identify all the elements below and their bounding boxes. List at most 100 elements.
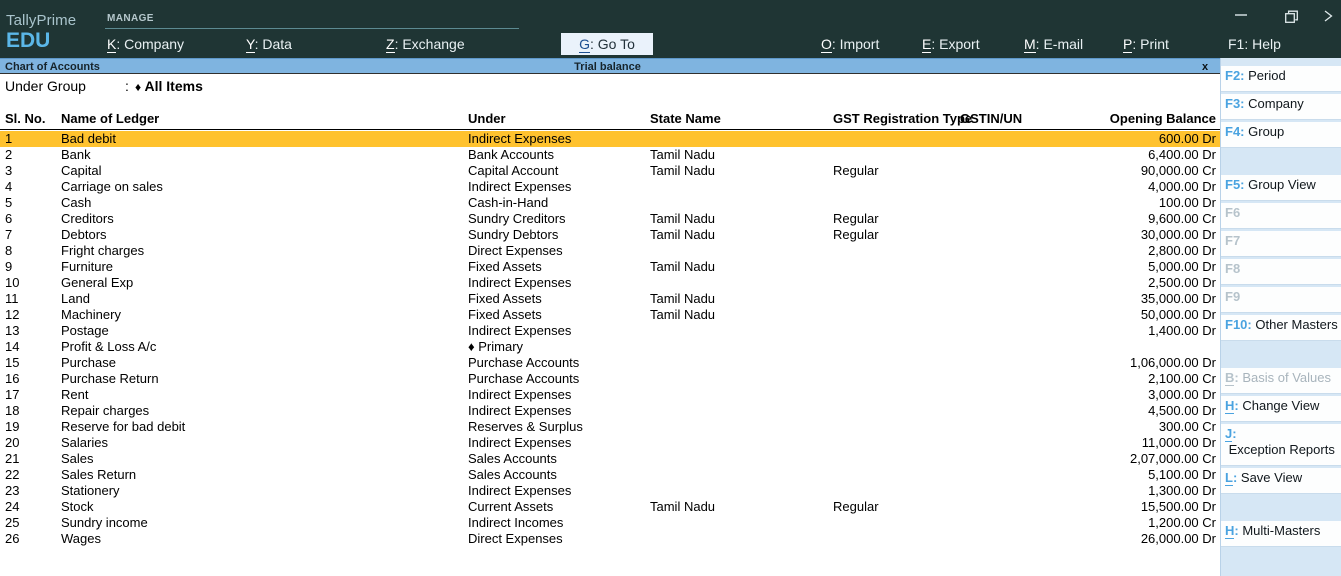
- panel-item-label: Save View: [1237, 470, 1303, 485]
- cell-sl-no: 8: [5, 243, 13, 258]
- report-center-title: Trial balance: [574, 61, 641, 73]
- report-close-icon[interactable]: x: [1202, 60, 1208, 74]
- cell-ledger-name: Bank: [61, 147, 91, 162]
- panel-item-period[interactable]: F2: Period: [1221, 66, 1341, 92]
- panel-item-change-view[interactable]: H: Change View: [1221, 396, 1341, 422]
- table-row[interactable]: 12 Machinery Fixed Assets Tamil Nadu 50,000.…: [0, 307, 1220, 323]
- table-row[interactable]: 8 Fright charges Direct Expenses 2,800.00 D…: [0, 243, 1220, 259]
- menu-help[interactable]: F1: Help: [1228, 36, 1281, 52]
- close-icon[interactable]: [1318, 0, 1341, 28]
- cell-opening-balance: 2,800.00 Dr: [1148, 243, 1216, 258]
- cell-opening-balance: 2,500.00 Dr: [1148, 275, 1216, 290]
- cell-under: Capital Account: [468, 163, 559, 178]
- cell-state: Tamil Nadu: [650, 291, 716, 306]
- table-row[interactable]: 26 Wages Direct Expenses 26,000.00 Dr: [0, 531, 1220, 547]
- cell-sl-no: 19: [5, 419, 20, 434]
- goto-button[interactable]: G: Go To: [561, 33, 653, 55]
- table-row[interactable]: 14 Profit & Loss A/c ♦ Primary: [0, 339, 1220, 355]
- panel-item-save-view[interactable]: L: Save View: [1221, 468, 1341, 494]
- table-row[interactable]: 2 Bank Bank Accounts Tamil Nadu 6,400.00 Dr: [0, 147, 1220, 163]
- panel-item-hotkey: F7: [1225, 233, 1241, 248]
- minimize-icon[interactable]: [1219, 0, 1263, 28]
- under-group-filter[interactable]: Under Group : ♦ All Items: [0, 74, 1220, 102]
- table-row[interactable]: 20 Salaries Indirect Expenses 11,000.00 Dr: [0, 435, 1220, 451]
- panel-item-company[interactable]: F3: Company: [1221, 94, 1341, 120]
- cell-under: ♦ Primary: [468, 339, 524, 354]
- cell-sl-no: 22: [5, 467, 20, 482]
- table-row[interactable]: 9 Furniture Fixed Assets Tamil Nadu 5,000.00…: [0, 259, 1220, 275]
- restore-icon[interactable]: [1270, 0, 1314, 28]
- cell-opening-balance: 9,600.00 Cr: [1148, 211, 1216, 226]
- cell-opening-balance: 600.00 Dr: [1158, 131, 1216, 146]
- panel-item-exception-reports[interactable]: J: Exception Reports: [1221, 424, 1341, 466]
- cell-sl-no: 14: [5, 339, 20, 354]
- cell-under: Current Assets: [468, 499, 554, 514]
- menu-exchange-hotkey: Z: [386, 36, 395, 53]
- table-row[interactable]: 13 Postage Indirect Expenses 1,400.00 Dr: [0, 323, 1220, 339]
- brand-edition: EDU: [6, 29, 51, 52]
- table-row[interactable]: 16 Purchase Return Purchase Accounts 2,100.…: [0, 371, 1220, 387]
- table-row[interactable]: 15 Purchase Purchase Accounts 1,06,000.00 D…: [0, 355, 1220, 371]
- cell-sl-no: 17: [5, 387, 20, 402]
- table-row[interactable]: 11 Land Fixed Assets Tamil Nadu 35,000.00 Dr: [0, 291, 1220, 307]
- manage-section-label: MANAGE: [107, 13, 154, 24]
- cell-under: Sales Accounts: [468, 467, 557, 482]
- cell-sl-no: 9: [5, 259, 13, 274]
- panel-item-group[interactable]: F4: Group: [1221, 122, 1341, 148]
- table-row[interactable]: 25 Sundry income Indirect Incomes 1,200.00 …: [0, 515, 1220, 531]
- cell-gst-type: Regular: [833, 499, 879, 514]
- cell-under: Sales Accounts: [468, 451, 557, 466]
- table-row[interactable]: 19 Reserve for bad debit Reserves & Surplu…: [0, 419, 1220, 435]
- table-row[interactable]: 17 Rent Indirect Expenses 3,000.00 Dr: [0, 387, 1220, 403]
- table-header-row: Sl. No. Name of Ledger Under State Name …: [0, 110, 1220, 130]
- cell-sl-no: 7: [5, 227, 13, 242]
- menu-data[interactable]: Y: Data: [246, 36, 292, 53]
- cell-ledger-name: Sales: [61, 451, 94, 466]
- under-group-value[interactable]: ♦ All Items: [135, 78, 203, 94]
- cell-sl-no: 5: [5, 195, 13, 210]
- table-row[interactable]: 7 Debtors Sundry Debtors Tamil Nadu Regular 3…: [0, 227, 1220, 243]
- table-row[interactable]: 23 Stationery Indirect Expenses 1,300.00 Dr: [0, 483, 1220, 499]
- cell-ledger-name: Fright charges: [61, 243, 145, 258]
- menu-print[interactable]: P: Print: [1123, 36, 1169, 53]
- panel-item-group-view[interactable]: F5: Group View: [1221, 175, 1341, 201]
- cell-opening-balance: 5,100.00 Dr: [1148, 467, 1216, 482]
- menu-export[interactable]: E: Export: [922, 36, 980, 53]
- table-row[interactable]: 5 Cash Cash-in-Hand 100.00 Dr: [0, 195, 1220, 211]
- table-row[interactable]: 21 Sales Sales Accounts 2,07,000.00 Cr: [0, 451, 1220, 467]
- menu-exchange[interactable]: Z: Exchange: [386, 36, 465, 53]
- table-row[interactable]: 1 Bad debit Indirect Expenses 600.00 Dr: [0, 131, 1220, 147]
- table-row[interactable]: 18 Repair charges Indirect Expenses 4,500.0…: [0, 403, 1220, 419]
- panel-item-multi-masters[interactable]: H: Multi-Masters: [1221, 521, 1341, 547]
- menu-help-hotkey: F1: [1228, 36, 1245, 52]
- cell-ledger-name: Stock: [61, 499, 94, 514]
- cell-under: Indirect Expenses: [468, 435, 572, 450]
- panel-item-basis-of-values: B: Basis of Values: [1221, 368, 1341, 394]
- panel-item-label: Multi-Masters: [1238, 523, 1321, 538]
- under-group-value-text: All Items: [144, 78, 203, 94]
- menu-export-hotkey: E: [922, 36, 932, 53]
- table-row[interactable]: 3 Capital Capital Account Tamil Nadu Regular…: [0, 163, 1220, 179]
- cell-under: Indirect Expenses: [468, 179, 572, 194]
- cell-opening-balance: 2,100.00 Cr: [1148, 371, 1216, 386]
- cell-state: Tamil Nadu: [650, 163, 716, 178]
- menu-import[interactable]: O: Import: [821, 36, 879, 53]
- table-row[interactable]: 22 Sales Return Sales Accounts 5,100.00 Dr: [0, 467, 1220, 483]
- table-row[interactable]: 10 General Exp Indirect Expenses 2,500.00 D…: [0, 275, 1220, 291]
- panel-item-other-masters[interactable]: F10: Other Masters: [1221, 315, 1341, 341]
- cell-sl-no: 11: [5, 291, 19, 306]
- table-row[interactable]: 24 Stock Current Assets Tamil Nadu Regular 15…: [0, 499, 1220, 515]
- cell-ledger-name: Creditors: [61, 211, 114, 226]
- cell-opening-balance: 1,400.00 Dr: [1148, 323, 1216, 338]
- cell-sl-no: 1: [5, 131, 13, 146]
- cell-opening-balance: 4,500.00 Dr: [1148, 403, 1216, 418]
- table-row[interactable]: 6 Creditors Sundry Creditors Tamil Nadu Regu…: [0, 211, 1220, 227]
- menu-email[interactable]: M: E-mail: [1024, 36, 1083, 53]
- cell-ledger-name: Postage: [61, 323, 109, 338]
- cell-opening-balance: 6,400.00 Dr: [1148, 147, 1216, 162]
- table-row[interactable]: 4 Carriage on sales Indirect Expenses 4,000…: [0, 179, 1220, 195]
- column-header-under: Under: [468, 111, 506, 126]
- panel-item-hotkey: H: [1225, 398, 1235, 414]
- menu-company[interactable]: K: Company: [107, 36, 184, 53]
- cell-ledger-name: Bad debit: [61, 131, 116, 146]
